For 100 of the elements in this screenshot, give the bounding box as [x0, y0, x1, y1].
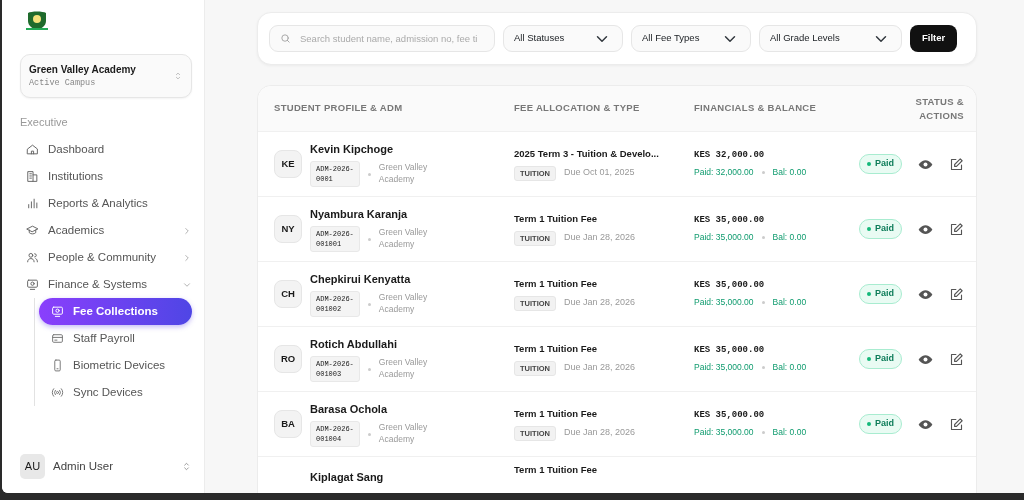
separator-dot [367, 237, 371, 241]
nav-subitem[interactable]: Staff Payroll [39, 325, 192, 353]
fee-title: Term 1 Tuition Fee [514, 277, 599, 292]
house-icon [26, 143, 39, 157]
student-avatar: RO [274, 345, 302, 373]
paid-amount: Paid: 35,000.00 [694, 426, 754, 440]
school-name: Green Valley Academy [378, 292, 429, 317]
nav-item[interactable]: People & Community [20, 244, 192, 272]
user-menu[interactable]: AU Admin User [20, 454, 192, 479]
due-date: Due Jan 28, 2026 [564, 426, 636, 440]
fee-title: Term 1 Tuition Fee [514, 463, 599, 477]
due-date: Due Jan 28, 2026 [564, 231, 636, 245]
edit-button[interactable] [949, 416, 964, 432]
filter-button[interactable]: Filter [910, 25, 958, 52]
nav-subitem[interactable]: Biometric Devices [39, 352, 192, 380]
separator-dot [761, 431, 765, 435]
edit-button[interactable] [949, 221, 964, 237]
balance-amount: Bal: 0.00 [772, 296, 807, 310]
student-avatar: KE [274, 150, 302, 178]
student-avatar: CH [274, 280, 302, 308]
separator-dot [761, 366, 765, 370]
student-name: Kevin Kipchoge [310, 141, 395, 157]
school-crest-logo [24, 10, 50, 32]
separator-dot [367, 302, 371, 306]
up-down-chevron-icon [173, 70, 183, 81]
edit-button[interactable] [949, 286, 964, 302]
separator-dot [761, 301, 765, 305]
status-badge: Paid [859, 154, 902, 174]
student-name: Barasa Ochola [310, 401, 389, 417]
separator-dot [761, 171, 765, 175]
graduation-cap-icon [26, 224, 39, 238]
paid-amount: Paid: 35,000.00 [694, 231, 754, 245]
filter-dropdown[interactable]: All Statuses [503, 25, 623, 52]
due-date: Due Jan 28, 2026 [564, 361, 636, 375]
nav-item[interactable]: Academics [20, 217, 192, 245]
section-label: Executive [20, 114, 69, 130]
student-name: Chepkirui Kenyatta [310, 271, 412, 287]
total-amount: KES 35,000.00 [694, 343, 766, 357]
status-badge: Paid [859, 349, 902, 369]
balance-amount: Bal: 0.00 [772, 361, 807, 375]
filter-dropdown[interactable]: All Grade Levels [759, 25, 902, 52]
paid-amount: Paid: 35,000.00 [694, 296, 754, 310]
school-name: Green Valley Academy [378, 227, 429, 252]
phone-icon [51, 359, 64, 373]
fee-title: 2025 Term 3 - Tuition & Develo... [514, 147, 660, 162]
column-header: STUDENT PROFILE & ADM [274, 101, 404, 116]
status-badge: Paid [859, 284, 902, 304]
up-down-chevron-icon [181, 461, 192, 472]
nav-item[interactable]: Dashboard [20, 136, 192, 164]
separator-dot [367, 432, 371, 436]
separator-dot [761, 236, 765, 240]
separator-dot [367, 367, 371, 371]
column-header: STATUS & ACTIONS [914, 95, 964, 122]
balance-amount: Bal: 0.00 [772, 426, 807, 440]
separator-dot [367, 172, 371, 176]
campus-subtitle: Active Campus [29, 77, 97, 90]
total-amount: KES 32,000.00 [694, 148, 766, 162]
people-icon [26, 251, 39, 265]
campus-name: Green Valley Academy [29, 63, 136, 77]
search-field[interactable]: Search student name, admission no, fee ti [269, 25, 495, 52]
due-date: Due Oct 01, 2025 [564, 166, 635, 180]
column-header: FEE ALLOCATION & TYPE [514, 101, 641, 116]
nav-subitem[interactable]: Sync Devices [39, 379, 192, 407]
status-badge: Paid [859, 414, 902, 434]
paid-amount: Paid: 32,000.00 [694, 166, 754, 180]
nav-subitem[interactable]: Fee Collections [39, 298, 192, 326]
fee-title: Term 1 Tuition Fee [514, 342, 599, 357]
student-name: Nyambura Karanja [310, 206, 409, 222]
nav-item[interactable]: Reports & Analytics [20, 190, 192, 218]
school-name: Green Valley Academy [378, 422, 429, 447]
total-amount: KES 35,000.00 [694, 213, 766, 227]
status-badge: Paid [859, 219, 902, 239]
campus-selector[interactable]: Green Valley Academy Active Campus [20, 54, 192, 98]
student-name: Kiplagat Sang [310, 469, 384, 485]
school-name: Green Valley Academy [378, 162, 429, 187]
student-avatar: NY [274, 215, 302, 243]
filter-dropdown[interactable]: All Fee Types [631, 25, 751, 52]
signal-icon [51, 386, 64, 400]
card-icon [51, 332, 64, 346]
nav-item[interactable]: Institutions [20, 163, 192, 191]
monitor-icon [26, 278, 39, 292]
monitor-icon [51, 305, 64, 319]
due-date: Due Jan 28, 2026 [564, 296, 636, 310]
total-amount: KES 35,000.00 [694, 408, 766, 422]
column-header: FINANCIALS & BALANCE [694, 101, 818, 116]
user-name: Admin User [53, 458, 115, 474]
edit-button[interactable] [949, 156, 964, 172]
student-avatar: BA [274, 410, 302, 438]
nav-item[interactable]: Finance & Systems [20, 271, 192, 299]
balance-amount: Bal: 0.00 [772, 166, 807, 180]
building-icon [26, 170, 39, 184]
total-amount: KES 35,000.00 [694, 278, 766, 292]
balance-amount: Bal: 0.00 [772, 231, 807, 245]
bar-chart-icon [26, 197, 39, 211]
paid-amount: Paid: 35,000.00 [694, 361, 754, 375]
school-name: Green Valley Academy [378, 357, 429, 382]
fee-title: Term 1 Tuition Fee [514, 407, 599, 422]
edit-button[interactable] [949, 351, 964, 367]
fee-title: Term 1 Tuition Fee [514, 212, 599, 227]
student-name: Rotich Abdullahi [310, 336, 398, 352]
